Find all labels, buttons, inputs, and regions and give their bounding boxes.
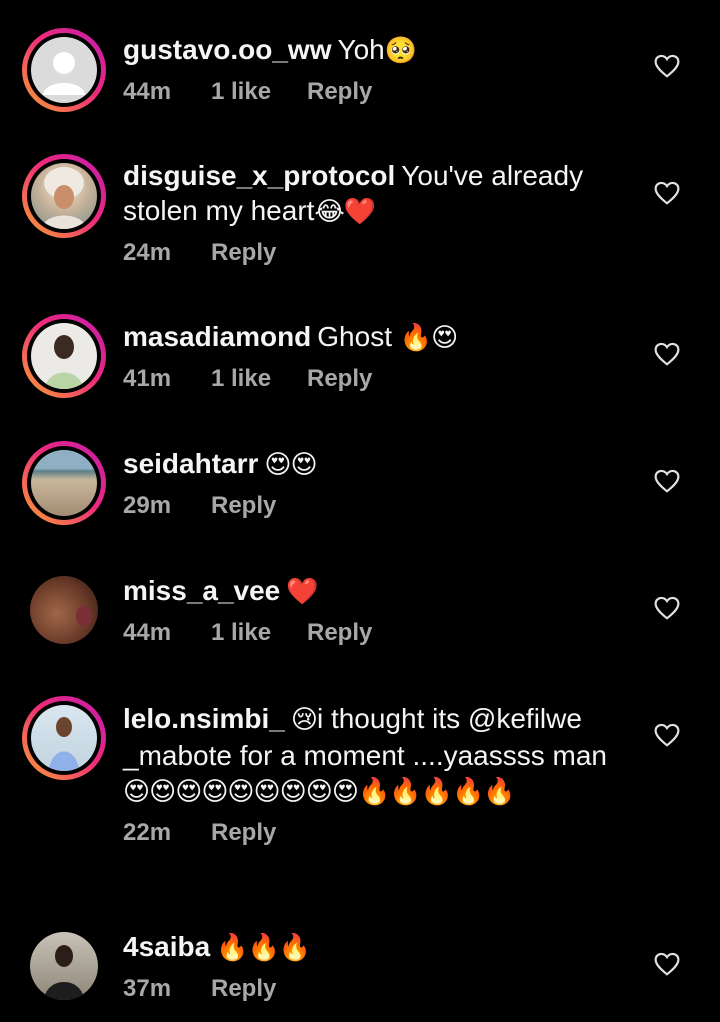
emoji: 😢 — [290, 705, 318, 735]
profile-photo — [30, 932, 98, 1000]
like-heart-icon[interactable] — [654, 952, 680, 976]
reply-button[interactable]: Reply — [211, 239, 276, 267]
avatar[interactable] — [30, 576, 98, 644]
like-heart-icon[interactable] — [654, 723, 680, 747]
username[interactable]: seidahtarr — [123, 448, 258, 479]
comment-text: disguise_x_protocol You've already stolen… — [123, 158, 625, 230]
emoji: 😍😍😍😍😍😍😍😍😍🔥🔥🔥🔥🔥 — [123, 777, 516, 807]
emoji: 😂❤️ — [314, 197, 376, 227]
emoji: 🔥😍 — [399, 323, 458, 353]
timestamp: 24m — [123, 239, 172, 266]
comment-text: lelo.nsimbi_ 😢i thought its @kefilwe _mab… — [123, 701, 625, 810]
comment-meta: 44m 1 like Reply — [123, 619, 625, 647]
emoji: 🥺 — [384, 36, 417, 66]
comment-message: Ghost — [317, 321, 400, 352]
like-count[interactable]: 1 like — [211, 619, 307, 647]
comment-meta: 44m 1 like Reply — [123, 78, 625, 106]
comment-meta: 29m Reply — [123, 492, 625, 520]
username[interactable]: lelo.nsimbi_ — [123, 703, 285, 734]
timestamp: 44m — [123, 619, 172, 646]
comment-text: masadiamond Ghost 🔥😍 — [123, 319, 625, 356]
avatar[interactable] — [30, 932, 98, 1000]
like-count[interactable]: 1 like — [211, 78, 307, 106]
emoji: ❤️ — [286, 577, 318, 607]
timestamp: 41m — [123, 365, 172, 392]
reply-button[interactable]: Reply — [211, 819, 276, 847]
reply-button[interactable]: Reply — [307, 365, 372, 393]
avatar[interactable] — [22, 28, 106, 112]
profile-photo — [31, 323, 97, 389]
comment-text: gustavo.oo_ww Yoh🥺 — [123, 32, 625, 69]
reply-button[interactable]: Reply — [307, 619, 372, 647]
timestamp: 44m — [123, 78, 172, 105]
default-avatar-icon — [31, 37, 97, 103]
comment-message: Yoh — [337, 34, 385, 65]
like-heart-icon[interactable] — [654, 181, 680, 205]
like-count[interactable]: 1 like — [211, 365, 307, 393]
emoji: 🔥🔥🔥 — [216, 933, 311, 963]
reply-button[interactable]: Reply — [307, 78, 372, 106]
avatar[interactable] — [22, 441, 106, 525]
username[interactable]: miss_a_vee — [123, 575, 280, 606]
comment-meta: 24m Reply — [123, 239, 625, 267]
like-heart-icon[interactable] — [654, 469, 680, 493]
avatar[interactable] — [22, 314, 106, 398]
profile-photo — [30, 576, 98, 644]
like-heart-icon[interactable] — [654, 342, 680, 366]
username[interactable]: 4saiba — [123, 931, 210, 962]
avatar[interactable] — [22, 696, 106, 780]
timestamp: 22m — [123, 819, 172, 846]
timestamp: 37m — [123, 975, 172, 1002]
profile-photo — [31, 163, 97, 229]
comment-text: seidahtarr 😍😍 — [123, 446, 625, 483]
comment-text: 4saiba 🔥🔥🔥 — [123, 929, 625, 966]
like-heart-icon[interactable] — [654, 54, 680, 78]
reply-button[interactable]: Reply — [211, 492, 276, 520]
timestamp: 29m — [123, 492, 172, 519]
profile-photo — [31, 705, 97, 771]
emoji: 😍😍 — [264, 450, 317, 480]
avatar[interactable] — [22, 154, 106, 238]
comment-meta: 41m 1 like Reply — [123, 365, 625, 393]
reply-button[interactable]: Reply — [211, 975, 276, 1003]
username[interactable]: gustavo.oo_ww — [123, 34, 331, 65]
beach-photo — [31, 450, 97, 516]
like-heart-icon[interactable] — [654, 596, 680, 620]
username[interactable]: disguise_x_protocol — [123, 160, 395, 191]
comment-meta: 37m Reply — [123, 975, 625, 1003]
comment-meta: 22m Reply — [123, 819, 625, 847]
username[interactable]: masadiamond — [123, 321, 311, 352]
comment-text: miss_a_vee ❤️ — [123, 573, 625, 610]
